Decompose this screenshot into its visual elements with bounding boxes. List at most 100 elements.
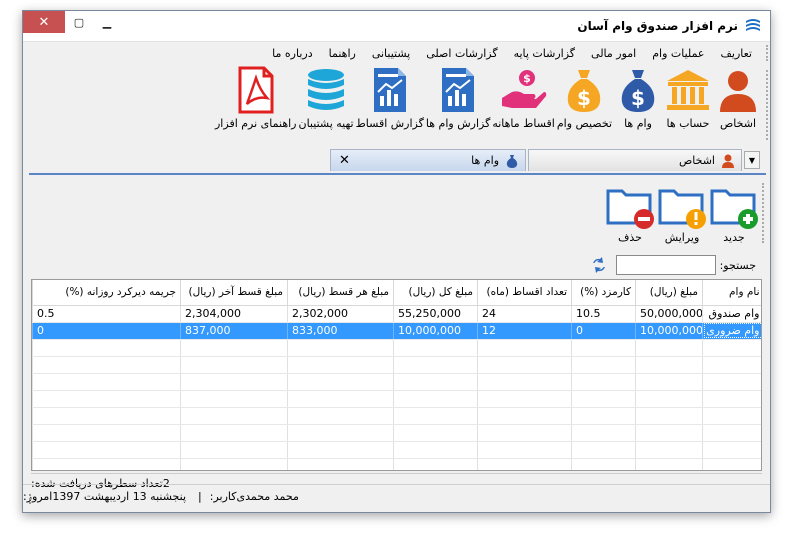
menu-support[interactable]: پشتیبانی [364, 47, 418, 60]
search-input[interactable] [615, 255, 716, 275]
table-cell: 12 [477, 322, 572, 340]
table-row-empty [32, 458, 761, 470]
maximize-icon[interactable]: ▢ [65, 11, 93, 33]
menu-base-reports[interactable]: گزارشات پایه [506, 47, 583, 60]
resize-grip[interactable] [29, 494, 39, 504]
app-window: نرم افزار صندوق وام آسان ✕ ▢ ▁ تعاریف عم… [22, 10, 771, 513]
column-header[interactable]: مبلغ قسط آخر (ریال) [180, 280, 288, 306]
toolbar-loans-label: وام ها [624, 117, 652, 130]
table-cell: 10,000,000 [635, 322, 703, 340]
new-button[interactable]: جدید [710, 185, 758, 244]
toolbar-allocate-loan-label: تخصیص وام [556, 117, 612, 130]
toolbar-accounts-button[interactable]: حساب ها [664, 66, 712, 146]
svg-text:$: $ [577, 86, 591, 110]
menu-main-reports[interactable]: گزارشات اصلی [418, 47, 505, 60]
column-header[interactable]: مبلغ کل (ریال) [393, 280, 478, 306]
document-tabstrip: ▼ اشخاص وام ها ✕ [23, 147, 770, 171]
table-cell: 2,304,000 [180, 305, 288, 323]
report-chart-icon [442, 68, 475, 112]
toolbar-monthly-installments-button[interactable]: $ اقساط ماهانه [492, 66, 555, 146]
money-bag-icon [506, 154, 518, 168]
table-cell: 10,000,000 [393, 322, 478, 340]
table-cell: 833,000 [287, 322, 394, 340]
column-header[interactable]: مبلغ هر قسط (ریال) [287, 280, 394, 306]
table-cell: 837,000 [180, 322, 288, 340]
toolbar-backup-label: تهیه پشتیبان [298, 117, 354, 130]
table-cell: وام ضروری [702, 322, 761, 340]
toolbar-backup-button[interactable]: تهیه پشتیبان [299, 66, 354, 146]
table-cell: 50,000,000 [635, 305, 703, 323]
toolbar-loans-report-button[interactable]: گزارش وام ها [426, 66, 490, 146]
table-row-empty [32, 441, 761, 459]
loans-panel: جدید ویرایش حذف جستجو: نام وام مبلغ (ریا… [29, 173, 766, 503]
minimize-icon[interactable]: ▁ [93, 11, 121, 33]
table-cell: 0.5 [32, 305, 181, 323]
close-icon[interactable]: ✕ [23, 11, 65, 33]
person-icon [720, 71, 756, 112]
tab-list-dropdown[interactable]: ▼ [744, 151, 760, 169]
menu-loan-operations[interactable]: عملیات وام [644, 47, 712, 60]
table-row-empty [32, 407, 761, 425]
refresh-icon[interactable] [590, 256, 608, 274]
tab-loans[interactable]: وام ها ✕ [330, 149, 526, 171]
menu-definitions[interactable]: تعاریف [713, 47, 760, 60]
app-logo-icon [746, 19, 760, 31]
toolbar-persons-button[interactable]: اشخاص [714, 66, 762, 146]
search-row: جستجو: [590, 253, 756, 277]
user-value: محمد محمدی [236, 490, 299, 503]
edit-button-label: ویرایش [664, 231, 700, 244]
toolbar-allocate-loan-button[interactable]: $ تخصیص وام [557, 66, 612, 146]
toolbar-installments-report-label: گزارش اقساط [355, 117, 424, 130]
table-row[interactable]: وام صندوق 50,000,000 10.5 24 55,250,000 … [32, 305, 761, 323]
table-cell: 0 [571, 322, 636, 340]
menu-help[interactable]: راهنما [321, 47, 364, 60]
menu-about[interactable]: درباره ما [264, 47, 320, 60]
menu-bar: تعاریف عملیات وام امور مالی گزارشات پایه… [23, 43, 770, 63]
table-cell: وام صندوق [702, 305, 761, 323]
actions-grip[interactable] [761, 183, 764, 243]
delete-button[interactable]: حذف [606, 185, 654, 244]
folder-edit-icon [658, 189, 706, 229]
toolbar-grip[interactable] [765, 70, 768, 140]
report-chart-icon [373, 68, 406, 112]
main-toolbar: اشخاص حساب ها $ وام ها $ تخصیص وام $ اقس… [23, 66, 770, 146]
folder-delete-icon [606, 189, 654, 229]
table-cell: 24 [477, 305, 572, 323]
money-bag-icon: $ [621, 70, 655, 112]
table-row-selected[interactable]: وام ضروری 10,000,000 0 12 10,000,000 833… [32, 322, 761, 340]
loans-table[interactable]: نام وام مبلغ (ریال) کارمزد (%) تعداد اقس… [31, 279, 762, 471]
person-icon [722, 154, 734, 168]
table-header-row: نام وام مبلغ (ریال) کارمزد (%) تعداد اقس… [32, 280, 761, 306]
status-separator: | [198, 490, 202, 503]
title-bar: نرم افزار صندوق وام آسان ✕ ▢ ▁ [23, 11, 770, 42]
tab-persons-label: اشخاص [678, 154, 715, 167]
user-label: کاربر: [209, 490, 237, 503]
edit-button[interactable]: ویرایش [658, 185, 706, 244]
column-header[interactable]: جریمه دیرکرد روزانه (%) [32, 280, 181, 306]
new-button-label: جدید [723, 231, 745, 244]
toolbar-help-pdf-button[interactable]: راهنمای نرم افزار [215, 66, 297, 146]
menu-grip[interactable] [765, 45, 768, 61]
menu-finance[interactable]: امور مالی [583, 47, 644, 60]
tab-persons[interactable]: اشخاص [528, 149, 742, 171]
toolbar-loans-button[interactable]: $ وام ها [614, 66, 662, 146]
tab-loans-label: وام ها [471, 154, 499, 167]
toolbar-loans-report-label: گزارش وام ها [425, 117, 491, 130]
column-header[interactable]: نام وام [702, 280, 761, 306]
tab-close-icon[interactable]: ✕ [339, 153, 350, 168]
toolbar-installments-report-button[interactable]: گزارش اقساط [356, 66, 424, 146]
column-header[interactable]: تعداد اقساط (ماه) [477, 280, 572, 306]
column-header[interactable]: کارمزد (%) [571, 280, 636, 306]
toolbar-persons-label: اشخاص [719, 117, 757, 130]
money-bag-icon: $ [568, 70, 601, 112]
status-bar: امروز: پنجشنبه 13 اردیبهشت 1397 | کاربر:… [23, 484, 770, 508]
bank-icon [667, 70, 709, 110]
delete-button-label: حذف [618, 231, 642, 244]
table-row-empty [32, 424, 761, 442]
hand-money-icon: $ [501, 70, 546, 108]
table-cell: 2,302,000 [287, 305, 394, 323]
table-cell: 10.5 [571, 305, 636, 323]
database-icon [308, 69, 345, 110]
column-header[interactable]: مبلغ (ریال) [635, 280, 703, 306]
actions-toolbar: جدید ویرایش حذف [602, 185, 758, 244]
